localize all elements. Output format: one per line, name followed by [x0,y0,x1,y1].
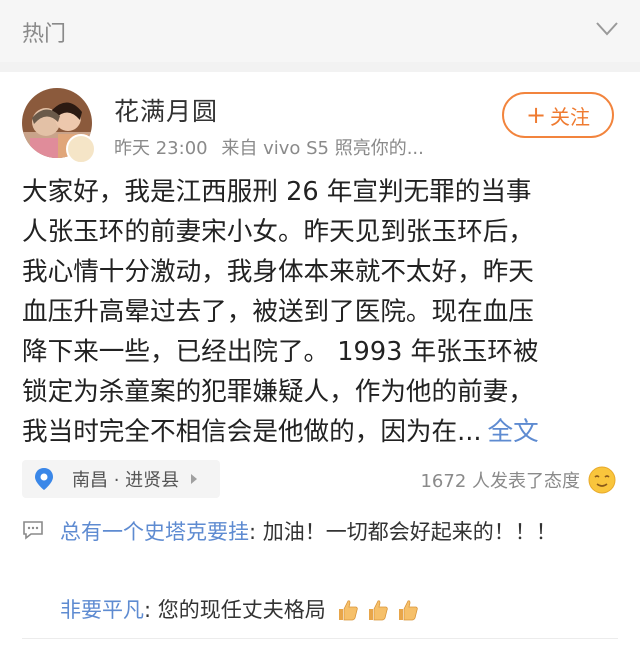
post-text-line: 血压升高晕过去了，被送到了医院。现在血压 [22,297,534,327]
location-tag[interactable]: 南昌 · 进贤县 [22,460,220,498]
verified-badge-icon [66,134,96,164]
section-header: 热门 [0,0,640,62]
post-text-line: 降下来一些，已经出院了。 1993 年张玉环被 [22,337,539,367]
weibo-post-card: 花满月圆 昨天 23:00 来自 vivo S5 照亮你的... + 关注 大家… [0,72,640,648]
comment-user[interactable]: 总有一个史塔克要挂 [60,520,249,544]
thumbs-up-icon [368,600,388,621]
reactions-summary[interactable]: 1672 人发表了态度 [420,466,616,494]
location-pin-icon [35,468,53,490]
chevron-down-icon[interactable] [596,22,618,36]
post-text-line: 锁定为杀童案的犯罪嫌疑人，作为他的前妻， [22,377,534,407]
reactions-count: 1672 人发表了态度 [420,471,580,492]
location-label: 南昌 · 进贤县 [72,470,180,491]
user-name[interactable]: 花满月圆 [114,92,218,128]
post-meta: 昨天 23:00 来自 vivo S5 照亮你的... [114,134,424,160]
post-text: 大家好，我是江西服刑 26 年宣判无罪的当事 人张玉环的前妻宋小女。昨天见到张玉… [22,172,620,452]
comment-item[interactable]: 非要平凡: 您的现任丈夫格局 [60,592,420,628]
emoji-face-icon [588,466,616,494]
follow-label: 关注 [550,104,591,129]
post-source[interactable]: 来自 vivo S5 照亮你的... [221,138,424,159]
comment-icon [23,521,43,540]
thumbs-up-icon [338,600,358,621]
post-text-line: 大家好，我是江西服刑 26 年宣判无罪的当事 [22,177,532,207]
card-divider [22,638,618,639]
chevron-right-icon [191,474,198,484]
comment-item[interactable]: 总有一个史塔克要挂: 加油！一切都会好起来的！！！ [60,514,620,550]
thumbs-up-icon [398,600,418,621]
comment-text: : 您的现任丈夫格局 [144,598,326,622]
section-divider [0,62,640,72]
post-text-line: 人张玉环的前妻宋小女。昨天见到张玉环后， [22,217,534,247]
post-text-line: 我心情十分激动，我身体本来就不太好，昨天 [22,257,534,287]
post-time: 昨天 23:00 [114,138,208,159]
comment-text: : 加油！一切都会好起来的！！！ [249,520,557,544]
section-title: 热门 [22,22,67,47]
plus-icon: + [525,101,547,129]
comment-user[interactable]: 非要平凡 [60,592,144,628]
follow-button[interactable]: + 关注 [502,92,614,138]
post-text-last-line: 我当时完全不相信会是他做的，因为在... 全文 [22,412,620,452]
post-text-line: 我当时完全不相信会是他做的，因为在... [22,417,482,447]
full-text-link[interactable]: 全文 [488,417,539,447]
